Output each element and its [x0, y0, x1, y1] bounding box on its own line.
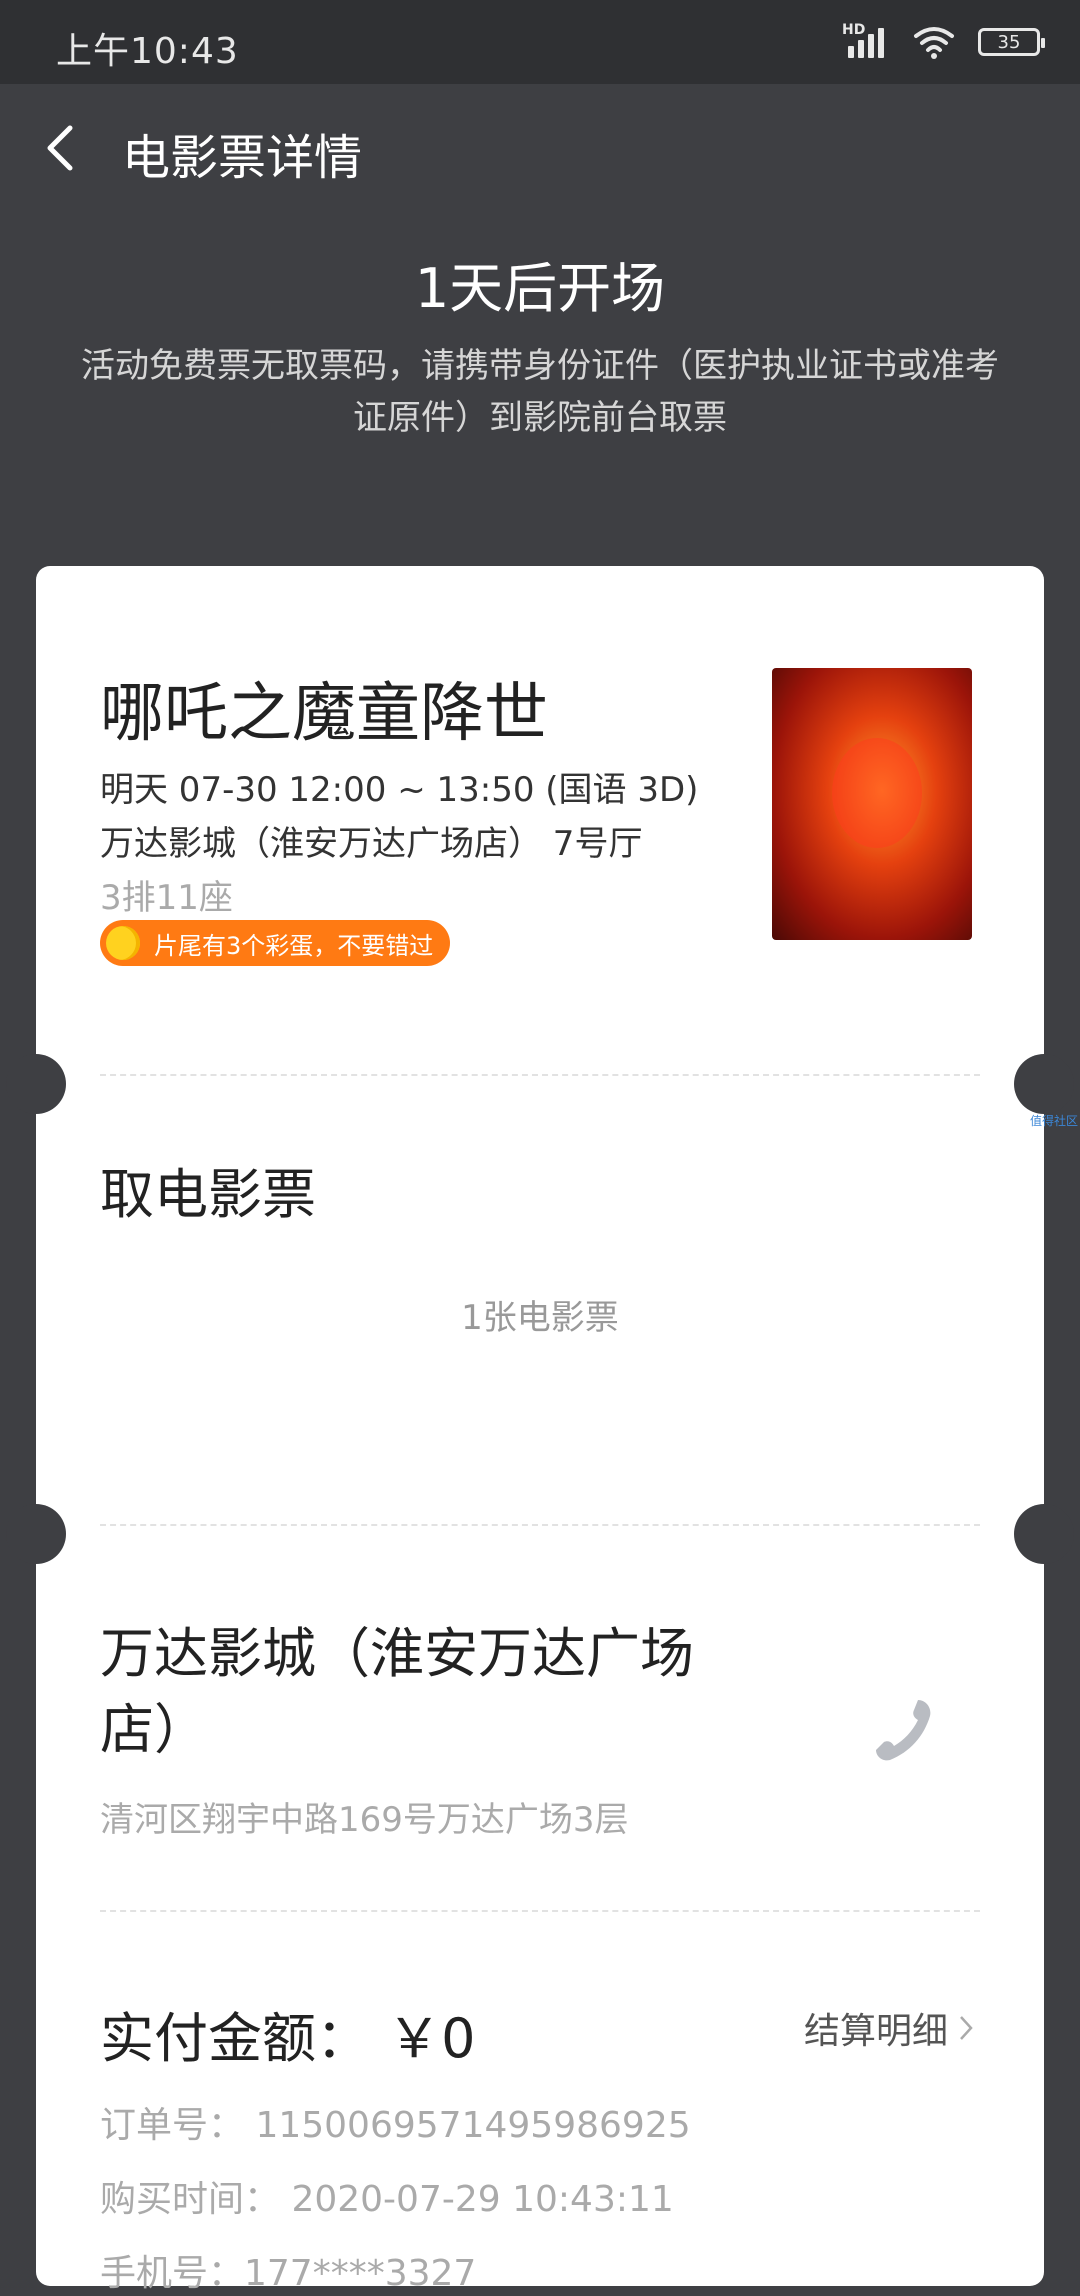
status-icons: HD 35	[842, 22, 1045, 62]
order-number: 订单号： 1150069571495986925	[100, 2105, 691, 2146]
cinema-address: 清河区翔宇中路169号万达广场3层	[100, 1800, 629, 1840]
ticket-count: 1张电影票	[461, 1298, 619, 1338]
chevron-right-icon	[960, 2016, 973, 2040]
phone-icon[interactable]	[870, 1696, 940, 1766]
start-countdown: 1天后开场	[414, 257, 666, 320]
network-label: HD	[842, 22, 866, 38]
battery-level: 35	[997, 31, 1021, 53]
cinema-name: 万达影城（淮安万达广场店）	[100, 1622, 694, 1761]
divider	[100, 1910, 980, 1912]
movie-title: 哪吒之魔童降世	[100, 677, 548, 751]
paid-amount: 实付金额： ￥0	[100, 2007, 476, 2070]
ticket-notch	[6, 1504, 66, 1564]
divider	[100, 1074, 980, 1076]
settlement-detail-label: 结算明细	[803, 2011, 948, 2052]
movie-poster[interactable]	[772, 668, 972, 940]
back-arrow-icon[interactable]	[40, 118, 80, 178]
ticket-notch	[6, 1054, 66, 1114]
ticket-notch	[1014, 1504, 1074, 1564]
status-time: 上午10:43	[56, 31, 239, 72]
seat-info: 3排11座	[100, 878, 233, 918]
status-bar: 上午10:43 HD 35	[0, 0, 1080, 84]
pickup-notice: 活动免费票无取票码，请携带身份证件（医护执业证书或准考证原件）到影院前台取票	[81, 346, 999, 438]
pickup-title: 取电影票	[100, 1163, 316, 1226]
showtime: 明天 07-30 12:00 ~ 13:50 (国语 3D)	[100, 770, 699, 810]
settlement-detail-link[interactable]: 结算明细	[804, 2002, 974, 2054]
ticket-card: 哪吒之魔童降世 明天 07-30 12:00 ~ 13:50 (国语 3D) 万…	[6, 566, 1074, 2294]
purchase-time: 购买时间： 2020-07-29 10:43:11	[100, 2179, 674, 2220]
ticket-notch	[1014, 1054, 1074, 1114]
wifi-icon	[914, 27, 954, 59]
cinema-hall: 万达影城（淮安万达广场店） 7号厅	[100, 824, 643, 864]
coin-icon	[106, 926, 140, 960]
phone-number: 手机号：177****3327	[100, 2253, 477, 2294]
battery-icon: 35	[978, 28, 1045, 56]
easter-egg-badge: 片尾有3个彩蛋，不要错过	[100, 920, 450, 966]
signal-icon: HD	[842, 22, 890, 62]
page-title: 电影票详情	[122, 130, 363, 186]
divider	[100, 1524, 980, 1526]
easter-egg-text: 片尾有3个彩蛋，不要错过	[154, 931, 434, 960]
watermark: 值得社区	[1030, 1114, 1079, 1128]
